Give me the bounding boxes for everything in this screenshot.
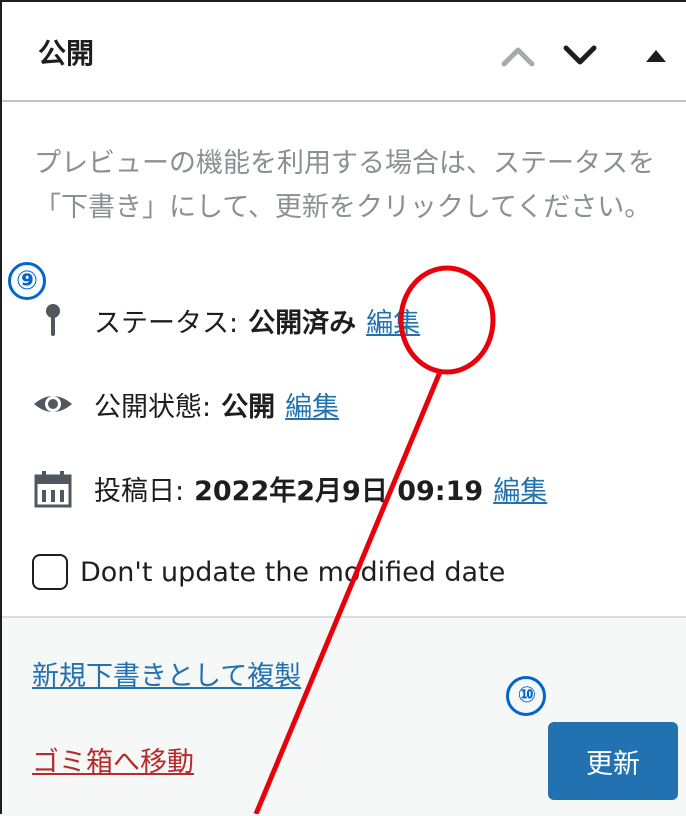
panel-header: 公開 bbox=[2, 2, 686, 102]
status-value: 公開済み bbox=[248, 307, 357, 339]
published-label: 投稿日: bbox=[94, 475, 185, 507]
update-button[interactable]: 更新 bbox=[548, 722, 678, 800]
modified-date-option: Don't update the modified date bbox=[32, 554, 505, 590]
visibility-row: 公開状態: 公開 編集 bbox=[32, 384, 339, 424]
status-row: ステータス: 公開済み 編集 bbox=[32, 300, 420, 340]
status-label: ステータス: bbox=[94, 307, 239, 339]
publish-panel: 公開 プレビューの機能を利用する場合は、ステータスを「下書き」にして、更新をクリ… bbox=[0, 0, 686, 816]
duplicate-draft-link[interactable]: 新規下書きとして複製 bbox=[32, 654, 301, 693]
visibility-label: 公開状態: bbox=[94, 391, 212, 423]
move-down-button[interactable] bbox=[556, 32, 604, 80]
status-edit-link[interactable]: 編集 bbox=[366, 301, 420, 340]
eye-icon bbox=[32, 384, 74, 424]
chevron-up-icon bbox=[501, 47, 535, 67]
published-edit-link[interactable]: 編集 bbox=[493, 469, 547, 508]
panel-body: プレビューの機能を利用する場合は、ステータスを「下書き」にして、更新をクリックし… bbox=[2, 102, 686, 616]
panel-title: 公開 bbox=[38, 37, 95, 70]
move-up-button[interactable] bbox=[494, 32, 542, 80]
visibility-edit-link[interactable]: 編集 bbox=[285, 385, 339, 424]
preview-notice: プレビューの機能を利用する場合は、ステータスを「下書き」にして、更新をクリックし… bbox=[34, 148, 655, 223]
panel-footer: 新規下書きとして複製 ゴミ箱へ移動 更新 bbox=[2, 616, 686, 816]
annotation-badge-9: ⑨ bbox=[8, 262, 46, 300]
visibility-value: 公開 bbox=[221, 391, 276, 423]
pin-icon bbox=[32, 300, 74, 340]
toggle-panel-button[interactable] bbox=[632, 32, 680, 80]
annotation-badge-10: ⑩ bbox=[506, 676, 546, 716]
published-row: 投稿日: 2022年2月9日 09:19 編集 bbox=[32, 468, 547, 508]
published-value: 2022年2月9日 09:19 bbox=[194, 475, 484, 507]
chevron-down-icon bbox=[563, 45, 597, 65]
modified-date-checkbox[interactable] bbox=[32, 554, 68, 590]
modified-date-label[interactable]: Don't update the modified date bbox=[80, 557, 505, 588]
calendar-icon bbox=[32, 468, 74, 508]
triangle-up-icon bbox=[646, 50, 666, 62]
move-to-trash-link[interactable]: ゴミ箱へ移動 bbox=[32, 740, 194, 779]
